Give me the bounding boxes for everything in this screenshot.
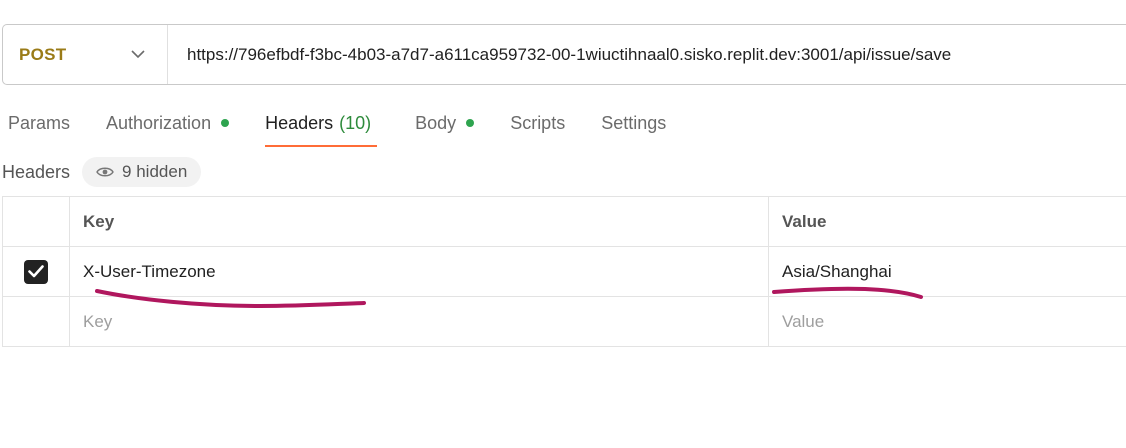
body-status-dot: [466, 119, 475, 127]
tab-scripts[interactable]: Scripts: [510, 104, 565, 147]
method-select[interactable]: POST: [3, 25, 168, 84]
header-key-input[interactable]: X-User-Timezone: [70, 247, 769, 296]
tab-body-label: Body: [415, 113, 457, 133]
tab-authorization-label: Authorization: [106, 113, 212, 133]
header-value-input[interactable]: Asia/Shanghai: [769, 247, 1126, 296]
tab-headers-label: Headers: [265, 113, 334, 133]
tab-settings-label: Settings: [601, 113, 667, 133]
request-tabs: Params Authorization Headers (10) Body S…: [8, 104, 702, 148]
headers-section-header: Headers 9 hidden: [2, 157, 202, 187]
request-editor: POST https://796efbdf-f3bc-4b03-a7d7-a61…: [0, 0, 1126, 448]
url-input[interactable]: https://796efbdf-f3bc-4b03-a7d7-a611ca95…: [168, 45, 951, 65]
tab-scripts-label: Scripts: [510, 113, 566, 133]
table-row-empty: Key Value: [2, 297, 1126, 347]
hidden-headers-label: 9 hidden: [122, 162, 188, 181]
tab-params-label: Params: [8, 113, 71, 133]
empty-row-check-cell: [2, 297, 70, 346]
row-enable-cell: [2, 247, 70, 296]
checkbox-column-header: [2, 197, 70, 246]
new-key-input[interactable]: Key: [70, 297, 769, 346]
method-label: POST: [19, 44, 67, 64]
row-enable-checkbox[interactable]: [24, 259, 48, 284]
authorization-status-dot: [221, 119, 230, 127]
headers-table: Key Value X-User-Timezone Asia/Shanghai …: [2, 196, 1126, 347]
new-value-input[interactable]: Value: [769, 297, 1126, 346]
chevron-down-icon: [131, 48, 145, 62]
check-icon: [28, 265, 44, 278]
url-bar: POST https://796efbdf-f3bc-4b03-a7d7-a61…: [2, 24, 1126, 85]
hidden-headers-toggle[interactable]: 9 hidden: [82, 157, 202, 187]
eye-icon: [96, 166, 114, 178]
value-column-header: Value: [782, 211, 827, 231]
key-column-header: Key: [70, 197, 769, 246]
tab-authorization[interactable]: Authorization: [106, 104, 230, 147]
tab-params[interactable]: Params: [8, 104, 70, 147]
table-header-row: Key Value: [2, 197, 1126, 247]
tab-headers-count: (10): [339, 113, 372, 133]
tab-settings[interactable]: Settings: [601, 104, 666, 147]
tab-headers[interactable]: Headers (10): [265, 104, 378, 147]
tab-body[interactable]: Body: [415, 104, 475, 147]
table-row: X-User-Timezone Asia/Shanghai: [2, 247, 1126, 297]
headers-section-title: Headers: [2, 161, 71, 182]
